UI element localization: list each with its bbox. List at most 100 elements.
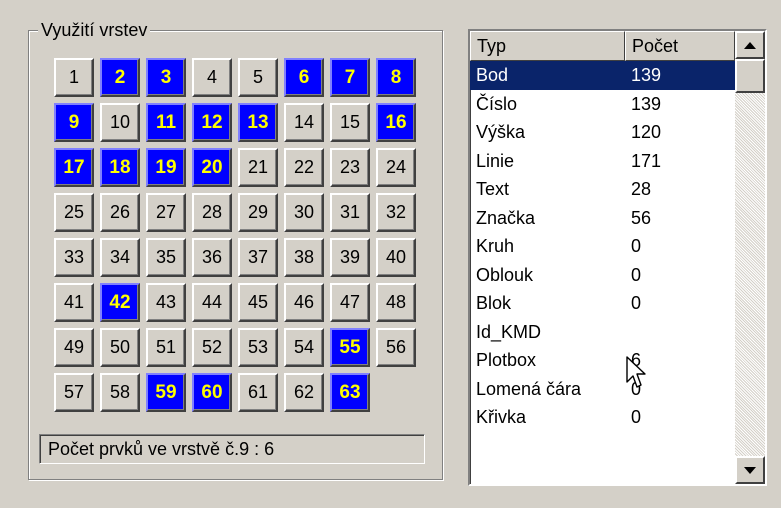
list-cell-type: Lomená čára xyxy=(476,378,582,399)
layer-cell-42[interactable]: 42 xyxy=(100,283,140,322)
layer-cell-23[interactable]: 23 xyxy=(330,148,370,187)
layer-cell-8[interactable]: 8 xyxy=(376,58,416,97)
layer-cell-55[interactable]: 55 xyxy=(330,328,370,367)
layer-cell-38[interactable]: 38 xyxy=(284,238,324,277)
layer-cell-3[interactable]: 3 xyxy=(146,58,186,97)
layer-cell-14[interactable]: 14 xyxy=(284,103,324,142)
layer-cell-63[interactable]: 63 xyxy=(330,373,370,412)
layer-cell-5[interactable]: 5 xyxy=(238,58,278,97)
arrow-down-icon xyxy=(744,466,756,474)
layer-cell-44[interactable]: 44 xyxy=(192,283,232,322)
list-cell-type: Bod xyxy=(476,65,509,85)
layer-cell-21[interactable]: 21 xyxy=(238,148,278,187)
layer-cell-40[interactable]: 40 xyxy=(376,238,416,277)
layer-cell-36[interactable]: 36 xyxy=(192,238,232,277)
layer-cell-49[interactable]: 49 xyxy=(54,328,94,367)
layer-cell-7[interactable]: 7 xyxy=(330,58,370,97)
layer-cell-62[interactable]: 62 xyxy=(284,373,324,412)
list-cell-type: Text xyxy=(476,179,510,199)
layer-cell-1[interactable]: 1 xyxy=(54,58,94,97)
layer-cell-50[interactable]: 50 xyxy=(100,328,140,367)
list-row-bod[interactable]: Bod 139 xyxy=(470,61,735,90)
list-row-kruh[interactable]: Kruh 0 xyxy=(470,232,735,261)
list-row-text[interactable]: Text 28 xyxy=(470,175,735,204)
layer-cell-11[interactable]: 11 xyxy=(146,103,186,142)
list-cell-type: Plotbox xyxy=(476,350,537,370)
scroll-up-button[interactable] xyxy=(735,31,765,59)
list-row-značka[interactable]: Značka 56 xyxy=(470,204,735,233)
layer-cell-12[interactable]: 12 xyxy=(192,103,232,142)
layer-cell-25[interactable]: 25 xyxy=(54,193,94,232)
list-row-číslo[interactable]: Číslo 139 xyxy=(470,90,735,119)
layer-cell-43[interactable]: 43 xyxy=(146,283,186,322)
scroll-down-button[interactable] xyxy=(735,456,765,484)
list-row-linie[interactable]: Linie 171 xyxy=(470,147,735,176)
layer-cell-37[interactable]: 37 xyxy=(238,238,278,277)
list-row-plotbox[interactable]: Plotbox 6 xyxy=(470,346,735,375)
arrow-up-icon xyxy=(744,41,756,49)
list-cell-count: 0 xyxy=(631,236,642,256)
list-row-výška[interactable]: Výška 120 xyxy=(470,118,735,147)
layer-cell-31[interactable]: 31 xyxy=(330,193,370,232)
layer-cell-9[interactable]: 9 xyxy=(54,103,94,142)
list-cell-type: Blok xyxy=(476,293,512,313)
list-row-křivka[interactable]: Křivka 0 xyxy=(470,403,735,432)
layer-cell-59[interactable]: 59 xyxy=(146,373,186,412)
layer-cell-52[interactable]: 52 xyxy=(192,328,232,367)
layer-cell-20[interactable]: 20 xyxy=(192,148,232,187)
layer-cell-27[interactable]: 27 xyxy=(146,193,186,232)
layer-cell-60[interactable]: 60 xyxy=(192,373,232,412)
vertical-scrollbar[interactable] xyxy=(735,31,765,484)
layer-cell-16[interactable]: 16 xyxy=(376,103,416,142)
layer-cell-41[interactable]: 41 xyxy=(54,283,94,322)
layer-cell-46[interactable]: 46 xyxy=(284,283,324,322)
layer-cell-53[interactable]: 53 xyxy=(238,328,278,367)
layer-cell-26[interactable]: 26 xyxy=(100,193,140,232)
list-cell-count: 120 xyxy=(631,122,662,142)
list-cell-count: 171 xyxy=(631,150,662,171)
layer-cell-51[interactable]: 51 xyxy=(146,328,186,367)
scroll-thumb[interactable] xyxy=(735,59,765,93)
layer-cell-13[interactable]: 13 xyxy=(238,103,278,142)
layer-cell-47[interactable]: 47 xyxy=(330,283,370,322)
layer-cell-35[interactable]: 35 xyxy=(146,238,186,277)
list-row-oblouk[interactable]: Oblouk 0 xyxy=(470,261,735,290)
layer-cell-24[interactable]: 24 xyxy=(376,148,416,187)
list-cell-count xyxy=(625,318,735,347)
element-type-list[interactable]: Typ Počet Bod 139 Číslo 139 Výška 120 Linie 171… xyxy=(468,29,767,486)
list-row-blok[interactable]: Blok 0 xyxy=(470,289,735,318)
column-header-count[interactable]: Počet xyxy=(625,31,735,61)
layer-cell-48[interactable]: 48 xyxy=(376,283,416,322)
layer-cell-61[interactable]: 61 xyxy=(238,373,278,412)
layer-cell-2[interactable]: 2 xyxy=(100,58,140,97)
layer-cell-17[interactable]: 17 xyxy=(54,148,94,187)
list-cell-count: 139 xyxy=(631,93,662,114)
list-cell-type: Oblouk xyxy=(476,264,534,285)
layer-cell-29[interactable]: 29 xyxy=(238,193,278,232)
layer-cell-57[interactable]: 57 xyxy=(54,373,94,412)
list-rows: Bod 139 Číslo 139 Výška 120 Linie 171 Text 28 Znač… xyxy=(470,61,735,432)
column-header-type[interactable]: Typ xyxy=(470,31,625,61)
layer-cell-22[interactable]: 22 xyxy=(284,148,324,187)
layer-cell-4[interactable]: 4 xyxy=(192,58,232,97)
list-row-id_kmd[interactable]: Id_KMD xyxy=(470,318,735,347)
layer-cell-18[interactable]: 18 xyxy=(100,148,140,187)
layer-cell-32[interactable]: 32 xyxy=(376,193,416,232)
layer-cell-39[interactable]: 39 xyxy=(330,238,370,277)
layer-count-status: Počet prvků ve vrstvě č.9 : 6 xyxy=(39,434,425,464)
layer-cell-10[interactable]: 10 xyxy=(100,103,140,142)
layer-cell-58[interactable]: 58 xyxy=(100,373,140,412)
list-header: Typ Počet xyxy=(470,31,735,61)
layer-cell-15[interactable]: 15 xyxy=(330,103,370,142)
layer-cell-34[interactable]: 34 xyxy=(100,238,140,277)
layer-cell-30[interactable]: 30 xyxy=(284,193,324,232)
layer-cell-6[interactable]: 6 xyxy=(284,58,324,97)
layer-cell-33[interactable]: 33 xyxy=(54,238,94,277)
list-row-lomená čára[interactable]: Lomená čára 0 xyxy=(470,375,735,404)
layer-cell-19[interactable]: 19 xyxy=(146,148,186,187)
list-cell-type: Id_KMD xyxy=(476,321,542,342)
layer-cell-56[interactable]: 56 xyxy=(376,328,416,367)
layer-cell-45[interactable]: 45 xyxy=(238,283,278,322)
layer-cell-28[interactable]: 28 xyxy=(192,193,232,232)
layer-cell-54[interactable]: 54 xyxy=(284,328,324,367)
